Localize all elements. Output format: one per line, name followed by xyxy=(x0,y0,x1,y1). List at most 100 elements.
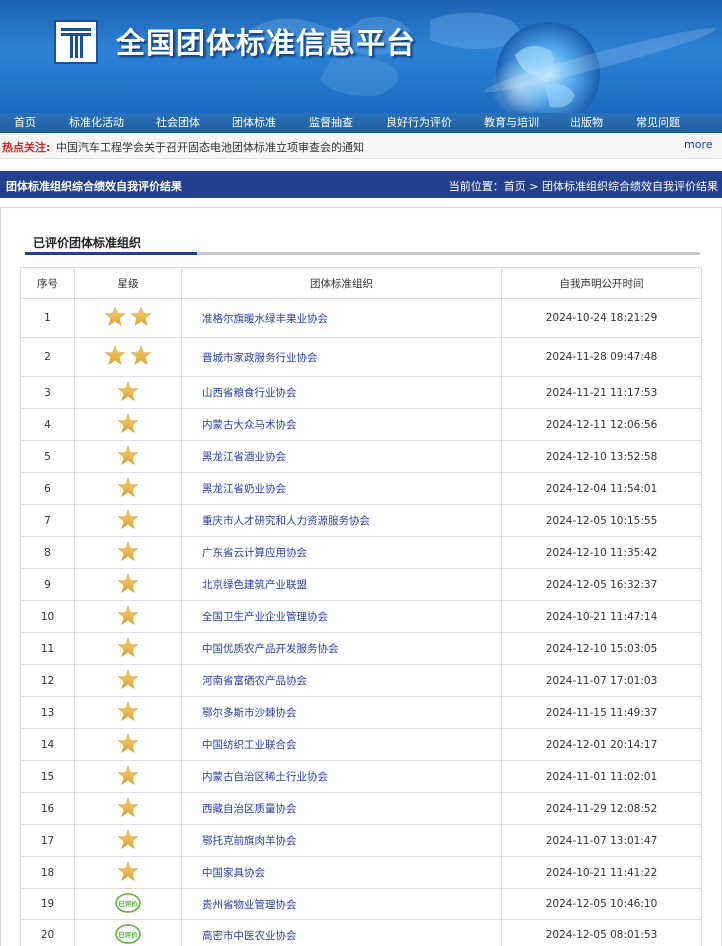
table-row: 17 鄂托克前旗肉羊协会 2024-11-07 13:01:47 xyxy=(20,824,702,857)
org-link[interactable]: 鄂托克前旗肉羊协会 xyxy=(202,835,297,847)
evaluated-badge-icon: 已评价 xyxy=(115,923,141,944)
org-link[interactable]: 北京绿色建筑产业联盟 xyxy=(202,579,307,591)
nav-item-standardization[interactable]: 标准化活动 xyxy=(69,113,124,133)
org-link[interactable]: 山西省粮食行业协会 xyxy=(202,387,297,399)
evaluated-orgs-table: 序号 星级 团体标准组织 自我声明公开时间 1 准格尔旗暖水绿丰果业协会 2024-… xyxy=(20,267,702,946)
star-icon xyxy=(131,307,151,326)
cell-org: 重庆市人才研究和人力资源服务协会 xyxy=(181,504,502,537)
cell-rating xyxy=(74,504,182,537)
cell-rating xyxy=(74,632,182,665)
org-link[interactable]: 内蒙古大众马术协会 xyxy=(202,419,297,431)
cell-time: 2024-10-21 11:41:22 xyxy=(501,856,702,889)
cell-no: 2 xyxy=(20,337,75,377)
org-link[interactable]: 鄂尔多斯市沙棘协会 xyxy=(202,707,297,719)
star-rating xyxy=(118,605,138,625)
star-rating xyxy=(118,413,138,433)
org-link[interactable]: 准格尔旗暖水绿丰果业协会 xyxy=(202,313,328,325)
cell-no: 17 xyxy=(20,824,75,857)
cell-no: 14 xyxy=(20,728,75,761)
table-row: 11 中国优质农产品开发服务协会 2024-12-10 15:03:05 xyxy=(20,632,702,665)
section-header: 团体标准组织综合绩效自我评价结果 当前位置：首页 > 团体标准组织综合绩效自我评… xyxy=(0,171,722,198)
star-rating xyxy=(118,509,138,529)
table-row: 19 已评价 贵州省物业管理协会 2024-12-05 10:46:10 xyxy=(20,888,702,920)
table-row: 14 中国纺织工业联合会 2024-12-01 20:14:17 xyxy=(20,728,702,761)
cell-org: 内蒙古大众马术协会 xyxy=(181,408,502,441)
cell-rating: 已评价 xyxy=(74,919,182,946)
cell-no: 12 xyxy=(20,664,75,697)
star-icon xyxy=(118,477,138,497)
org-link[interactable]: 重庆市人才研究和人力资源服务协会 xyxy=(202,515,370,527)
org-link[interactable]: 黑龙江省酒业协会 xyxy=(202,451,286,463)
nav-item-social-groups[interactable]: 社会团体 xyxy=(156,113,200,133)
org-link[interactable]: 内蒙古自治区稀土行业协会 xyxy=(202,771,328,783)
cell-rating xyxy=(74,568,182,601)
table-row: 4 内蒙古大众马术协会 2024-12-11 12:06:56 xyxy=(20,408,702,441)
star-icon xyxy=(118,381,138,401)
org-link[interactable]: 高密市中医农业协会 xyxy=(202,930,297,942)
org-link[interactable]: 西藏自治区质量协会 xyxy=(202,803,297,815)
star-icon xyxy=(118,701,138,721)
org-link[interactable]: 晋城市家政服务行业协会 xyxy=(202,352,318,364)
nav-item-education[interactable]: 教育与培训 xyxy=(484,113,539,133)
org-link[interactable]: 黑龙江省奶业协会 xyxy=(202,483,286,495)
org-link[interactable]: 广东省云计算应用协会 xyxy=(202,547,307,559)
table-row: 2 晋城市家政服务行业协会 2024-11-28 09:47:48 xyxy=(20,337,702,377)
star-rating xyxy=(118,669,138,689)
cell-rating xyxy=(74,298,182,338)
site-logo[interactable] xyxy=(54,20,98,64)
star-icon xyxy=(118,861,138,881)
cell-time: 2024-12-10 11:35:42 xyxy=(501,536,702,569)
cell-org: 黑龙江省酒业协会 xyxy=(181,440,502,473)
nav-item-faq[interactable]: 常见问题 xyxy=(636,113,680,133)
org-link[interactable]: 中国优质农产品开发服务协会 xyxy=(202,643,339,655)
cell-rating xyxy=(74,824,182,857)
cell-time: 2024-12-11 12:06:56 xyxy=(501,408,702,441)
hot-news-link[interactable]: 中国汽车工程学会关于召开固态电池团体标准立项审查会的通知 xyxy=(56,139,364,155)
cell-no: 11 xyxy=(20,632,75,665)
cell-rating xyxy=(74,696,182,729)
nav-item-home[interactable]: 首页 xyxy=(14,113,36,133)
table-row: 9 北京绿色建筑产业联盟 2024-12-05 16:32:37 xyxy=(20,568,702,601)
nav-item-publications[interactable]: 出版物 xyxy=(570,113,603,133)
header-no: 序号 xyxy=(20,267,75,299)
cell-time: 2024-11-07 17:01:03 xyxy=(501,664,702,697)
table-body: 1 准格尔旗暖水绿丰果业协会 2024-10-24 18:21:29 2 晋城市家政服务… xyxy=(20,298,702,946)
star-rating xyxy=(118,445,138,465)
org-link[interactable]: 贵州省物业管理协会 xyxy=(202,899,297,911)
table-row: 18 中国家具协会 2024-10-21 11:41:22 xyxy=(20,856,702,889)
star-rating xyxy=(118,733,138,753)
cell-no: 13 xyxy=(20,696,75,729)
cell-org: 准格尔旗暖水绿丰果业协会 xyxy=(181,298,502,338)
more-link[interactable]: more xyxy=(684,138,713,151)
star-icon xyxy=(118,829,138,849)
org-link[interactable]: 河南省富硒农产品协会 xyxy=(202,675,307,687)
cell-time: 2024-12-05 10:15:55 xyxy=(501,504,702,537)
cell-rating xyxy=(74,408,182,441)
star-icon xyxy=(118,765,138,785)
nav-item-group-standards[interactable]: 团体标准 xyxy=(232,113,276,133)
cell-time: 2024-12-10 13:52:58 xyxy=(501,440,702,473)
cell-no: 10 xyxy=(20,600,75,633)
star-rating xyxy=(118,541,138,561)
cell-no: 4 xyxy=(20,408,75,441)
org-link[interactable]: 中国纺织工业联合会 xyxy=(202,739,297,751)
svg-text:已评价: 已评价 xyxy=(118,931,138,939)
star-rating xyxy=(118,637,138,657)
main-nav: 首页 标准化活动 社会团体 团体标准 监督抽查 良好行为评价 教育与培训 出版物… xyxy=(0,113,722,133)
cell-time: 2024-11-15 11:49:37 xyxy=(501,696,702,729)
cell-time: 2024-10-21 11:47:14 xyxy=(501,600,702,633)
cell-org: 鄂托克前旗肉羊协会 xyxy=(181,824,502,857)
cell-rating xyxy=(74,337,182,377)
cell-org: 高密市中医农业协会 xyxy=(181,919,502,946)
table-row: 10 全国卫生产业企业管理协会 2024-10-21 11:47:14 xyxy=(20,600,702,633)
cell-no: 8 xyxy=(20,536,75,569)
page-title: 团体标准组织综合绩效自我评价结果 xyxy=(6,180,182,193)
cell-rating xyxy=(74,728,182,761)
org-link[interactable]: 全国卫生产业企业管理协会 xyxy=(202,611,328,623)
star-icon xyxy=(131,346,151,365)
cell-org: 内蒙古自治区稀土行业协会 xyxy=(181,760,502,793)
nav-item-inspection[interactable]: 监督抽查 xyxy=(309,113,353,133)
table-header-row: 序号 星级 团体标准组织 自我声明公开时间 xyxy=(20,267,702,299)
org-link[interactable]: 中国家具协会 xyxy=(202,867,265,879)
nav-item-evaluation[interactable]: 良好行为评价 xyxy=(386,113,452,133)
